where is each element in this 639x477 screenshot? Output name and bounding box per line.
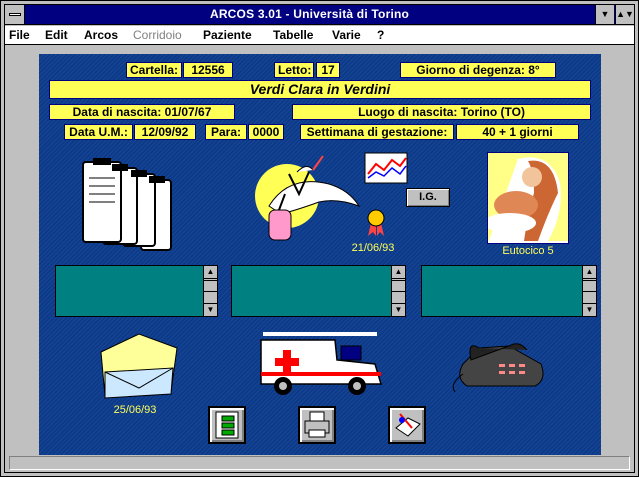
notepad-icon — [395, 413, 421, 437]
document-list-icon — [215, 411, 239, 439]
birth-picture[interactable] — [484, 152, 569, 244]
maximize-button[interactable]: ▲▼ — [615, 5, 634, 24]
minimize-button[interactable]: ▼ — [595, 5, 614, 24]
stork-date: 21/06/93 — [351, 242, 395, 254]
ig-button[interactable]: I.G. — [406, 188, 450, 207]
patient-name[interactable]: Verdi Clara in Verdini — [49, 80, 591, 99]
para-label: Para: — [205, 124, 247, 140]
menu-bar: File Edit Arcos Corridoio Paziente Tabel… — [5, 26, 634, 45]
telephone-icon[interactable] — [449, 334, 559, 394]
para-value[interactable]: 0000 — [248, 124, 284, 140]
birth-date-field: Data di nascita: 01/07/67 — [49, 104, 235, 120]
scroll-thumb[interactable] — [583, 280, 596, 292]
ambulance-icon[interactable] — [257, 330, 387, 400]
scroll-up-icon[interactable]: ▲ — [392, 266, 405, 279]
system-menu-button[interactable] — [5, 5, 25, 24]
listbox-3[interactable]: ▲ ▼ — [421, 265, 597, 317]
app-window: ARCOS 3.01 - Università di Torino ▼ ▲▼ F… — [0, 0, 639, 477]
menu-varie[interactable]: Varie — [332, 28, 361, 42]
scroll-up-icon[interactable]: ▲ — [204, 266, 217, 279]
scroll-up-icon[interactable]: ▲ — [583, 266, 596, 279]
printer-icon — [304, 411, 330, 438]
growth-chart-icon[interactable] — [364, 152, 408, 184]
ribbon-icon — [367, 209, 385, 236]
letto-label: Letto: — [274, 62, 314, 78]
listbox-2[interactable]: ▲ ▼ — [231, 265, 406, 317]
listbox-2-scrollbar[interactable]: ▲ ▼ — [391, 266, 405, 316]
document-list-button[interactable] — [208, 406, 246, 444]
letter-icon[interactable] — [97, 332, 181, 402]
menu-edit[interactable]: Edit — [45, 28, 68, 42]
notes-button[interactable] — [388, 406, 426, 444]
birth-caption: Eutocico 5 — [502, 245, 554, 257]
cartella-value[interactable]: 12556 — [183, 62, 233, 78]
gestazione-value[interactable]: 40 + 1 giorni — [456, 124, 579, 140]
clipboards-icon[interactable] — [79, 158, 199, 254]
letter-date: 25/06/93 — [113, 404, 157, 416]
menu-help[interactable]: ? — [377, 28, 384, 42]
scroll-thumb[interactable] — [392, 280, 405, 292]
mother-baby-icon — [484, 157, 568, 243]
menu-arcos[interactable]: Arcos — [84, 28, 118, 42]
um-label: Data U.M.: — [64, 124, 133, 140]
menu-paziente[interactable]: Paziente — [203, 28, 252, 42]
letto-value[interactable]: 17 — [316, 62, 340, 78]
menu-file[interactable]: File — [9, 28, 30, 42]
birth-place-field: Luogo di nascita: Torino (TO) — [292, 104, 591, 120]
title-bar[interactable]: ARCOS 3.01 - Università di Torino ▼ ▲▼ — [5, 5, 634, 25]
stork-icon[interactable] — [249, 154, 369, 254]
scroll-thumb[interactable] — [204, 280, 217, 292]
gestazione-label: Settimana di gestazione: — [300, 124, 454, 140]
window-title: ARCOS 3.01 - Università di Torino — [209, 7, 410, 21]
um-value[interactable]: 12/09/92 — [134, 124, 196, 140]
print-button[interactable] — [298, 406, 336, 444]
window-frame: ARCOS 3.01 - Università di Torino ▼ ▲▼ F… — [4, 4, 635, 473]
listbox-3-scrollbar[interactable]: ▲ ▼ — [582, 266, 596, 316]
patient-panel: Cartella: 12556 Letto: 17 Giorno di dege… — [39, 54, 601, 455]
status-bar — [9, 456, 630, 470]
scroll-down-icon[interactable]: ▼ — [204, 303, 217, 316]
listbox-1[interactable]: ▲ ▼ — [55, 265, 218, 317]
cartella-label: Cartella: — [126, 62, 182, 78]
menu-tabelle[interactable]: Tabelle — [273, 28, 313, 42]
listbox-1-scrollbar[interactable]: ▲ ▼ — [203, 266, 217, 316]
menu-corridoio[interactable]: Corridoio — [133, 28, 182, 42]
system-menu-icon — [9, 13, 21, 16]
scroll-down-icon[interactable]: ▼ — [583, 303, 596, 316]
scroll-down-icon[interactable]: ▼ — [392, 303, 405, 316]
degenza-field: Giorno di degenza: 8° — [400, 62, 556, 78]
